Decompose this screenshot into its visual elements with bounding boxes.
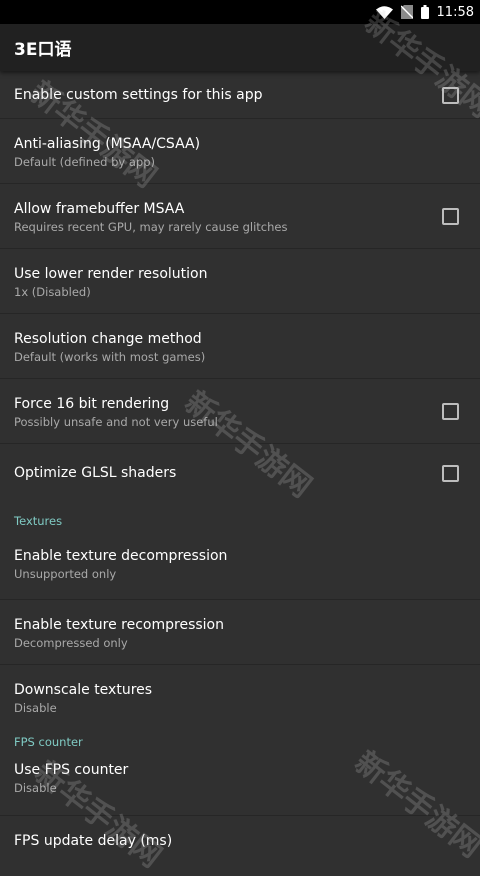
setting-title: Optimize GLSL shaders — [14, 464, 177, 481]
setting-summary: Decompressed only — [14, 636, 128, 650]
setting-summary: Disable — [14, 701, 57, 715]
status-bar: 11:58 — [0, 0, 480, 24]
setting-title: Enable texture decompression — [14, 548, 228, 564]
section-header-fps: FPS counter — [14, 735, 83, 749]
app-title: 3E口语 — [14, 40, 72, 60]
setting-fps-update-delay[interactable]: FPS update delay (ms) — [0, 816, 480, 855]
framebuffer-msaa-checkbox[interactable] — [442, 208, 459, 225]
wifi-icon — [375, 5, 393, 19]
setting-summary: 1x (Disabled) — [14, 285, 91, 299]
setting-summary: Requires recent GPU, may rarely cause gl… — [14, 220, 288, 234]
setting-title: Use FPS counter — [14, 762, 129, 778]
status-time: 11:58 — [436, 4, 474, 20]
settings-list[interactable]: Enable custom settings for this app Anti… — [0, 71, 480, 855]
optimize-glsl-checkbox[interactable] — [442, 464, 459, 482]
setting-force-16bit[interactable]: Force 16 bit rendering Possibly unsafe a… — [0, 379, 480, 444]
setting-title: Force 16 bit rendering — [14, 396, 170, 412]
setting-title: Use lower render resolution — [14, 266, 208, 282]
app-bar: 3E口语 — [0, 24, 480, 71]
battery-icon — [420, 5, 429, 19]
section-header-textures: Textures — [14, 514, 63, 528]
setting-texture-decompression[interactable]: Enable texture decompression Unsupported… — [0, 535, 480, 600]
setting-title: Resolution change method — [14, 331, 202, 347]
setting-summary: Unsupported only — [14, 567, 117, 581]
setting-title: Allow framebuffer MSAA — [14, 201, 185, 217]
setting-title: Downscale textures — [14, 682, 153, 698]
no-sim-icon — [400, 5, 413, 19]
setting-optimize-glsl[interactable]: Optimize GLSL shaders — [0, 444, 480, 501]
setting-use-fps-counter[interactable]: Use FPS counter Disable — [0, 758, 480, 816]
setting-resolution-method[interactable]: Resolution change method Default (works … — [0, 314, 480, 379]
setting-summary: Disable — [14, 781, 57, 795]
enable-custom-checkbox[interactable] — [442, 86, 459, 104]
setting-anti-aliasing[interactable]: Anti-aliasing (MSAA/CSAA) Default (defin… — [0, 119, 480, 184]
setting-title: Anti-aliasing (MSAA/CSAA) — [14, 136, 201, 152]
setting-summary: Default (defined by app) — [14, 155, 155, 169]
setting-downscale-textures[interactable]: Downscale textures Disable — [0, 665, 480, 730]
force-16bit-checkbox[interactable] — [442, 403, 459, 420]
setting-lower-resolution[interactable]: Use lower render resolution 1x (Disabled… — [0, 249, 480, 314]
setting-title: Enable texture recompression — [14, 617, 224, 633]
setting-enable-custom[interactable]: Enable custom settings for this app — [0, 71, 480, 119]
setting-summary: Possibly unsafe and not very useful — [14, 415, 218, 429]
setting-title: Enable custom settings for this app — [14, 86, 263, 103]
setting-texture-recompression[interactable]: Enable texture recompression Decompresse… — [0, 600, 480, 665]
setting-summary: Default (works with most games) — [14, 350, 206, 364]
setting-title: FPS update delay (ms) — [14, 833, 173, 849]
setting-framebuffer-msaa[interactable]: Allow framebuffer MSAA Requires recent G… — [0, 184, 480, 249]
